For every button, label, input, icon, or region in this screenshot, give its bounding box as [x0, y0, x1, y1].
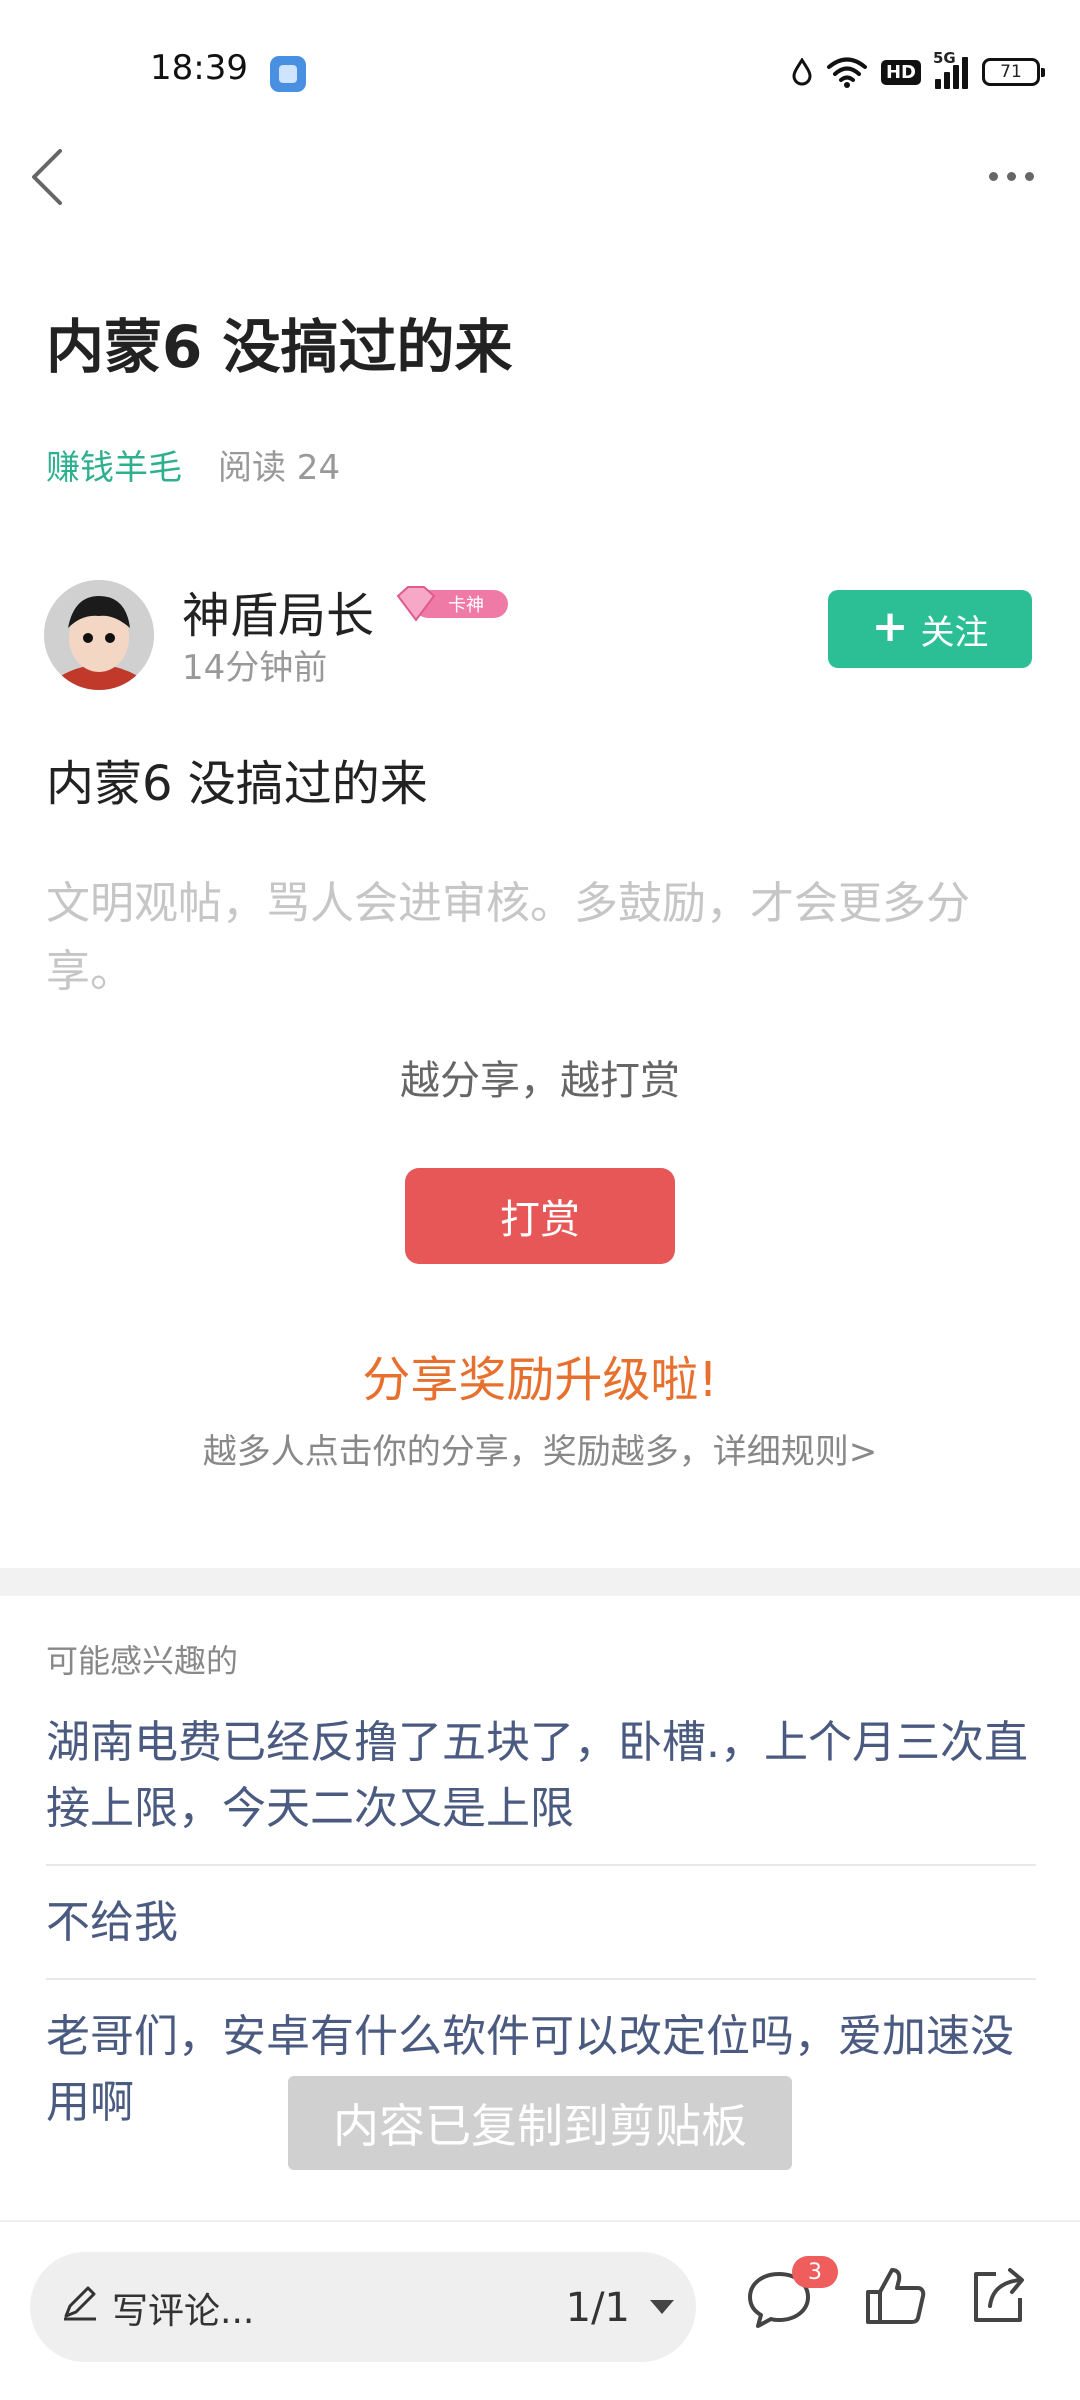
- list-item[interactable]: 湖南电费已经反撸了五块了，卧槽.，上个月三次直接上限，今天二次又是上限: [46, 1710, 1036, 1866]
- avatar-image: [44, 580, 154, 690]
- chevron-left-icon[interactable]: [26, 145, 70, 209]
- status-time: 18:39: [150, 48, 248, 88]
- more-horizontal-icon[interactable]: [989, 172, 1034, 181]
- battery-icon: 71: [982, 58, 1045, 86]
- reward-button[interactable]: 打赏: [405, 1168, 675, 1264]
- section-divider: [0, 1568, 1080, 1596]
- diamond-badge-icon: 卡神: [396, 586, 508, 622]
- thumbs-up-icon[interactable]: [862, 2262, 928, 2328]
- status-bar: 18:39 HD 5G 71: [0, 0, 1080, 140]
- hd-badge: HD: [880, 59, 921, 85]
- list-item[interactable]: 不给我: [46, 1890, 1036, 1980]
- share-reward-title: 分享奖励升级啦!: [362, 1352, 718, 1408]
- comment-input[interactable]: 写评论... 1/1: [30, 2252, 696, 2362]
- follow-label: 关注: [920, 612, 989, 653]
- app-notification-icon: [270, 56, 306, 92]
- water-drop-icon: [792, 58, 812, 86]
- follow-button[interactable]: + 关注: [828, 590, 1032, 668]
- pen-icon: [64, 2286, 96, 2321]
- author-name[interactable]: 神盾局长: [182, 576, 374, 646]
- read-count: 阅读 24: [218, 448, 341, 488]
- civility-hint: 文明观帖，骂人会进审核。多鼓励，才会更多分享。: [46, 878, 970, 997]
- share-icon[interactable]: [968, 2264, 1028, 2326]
- network-type: 5G: [933, 49, 956, 67]
- bottom-action-bar: 写评论... 1/1 3: [0, 2220, 1080, 2400]
- post-time: 14分钟前: [182, 648, 328, 688]
- post-content: 内蒙6 没搞过的来: [46, 756, 428, 812]
- caret-down-icon[interactable]: [650, 2300, 674, 2314]
- comment-placeholder: 写评论...: [112, 2291, 255, 2332]
- post-meta: 赚钱羊毛 阅读 24: [46, 440, 340, 489]
- copied-toast: 内容已复制到剪贴板: [288, 2076, 792, 2170]
- battery-level: 71: [1000, 62, 1022, 82]
- reward-slogan: 越分享，越打赏: [400, 1058, 680, 1104]
- plus-icon: +: [871, 601, 909, 652]
- wifi-icon: [826, 57, 867, 88]
- post-title: 内蒙6 没搞过的来: [46, 313, 513, 381]
- share-rules-link[interactable]: 越多人点击你的分享，奖励越多，详细规则>: [0, 1424, 1080, 1473]
- cellular-signal-icon: 5G: [933, 49, 968, 89]
- badge-text: 卡神: [448, 595, 484, 616]
- page-indicator[interactable]: 1/1: [566, 2285, 630, 2331]
- comment-count-badge: 3: [792, 2256, 838, 2288]
- avatar[interactable]: [44, 580, 154, 690]
- status-indicators: HD 5G 71: [791, 49, 1045, 92]
- recommendations-header: 可能感兴趣的: [46, 1642, 239, 1680]
- post-category[interactable]: 赚钱羊毛: [46, 440, 182, 489]
